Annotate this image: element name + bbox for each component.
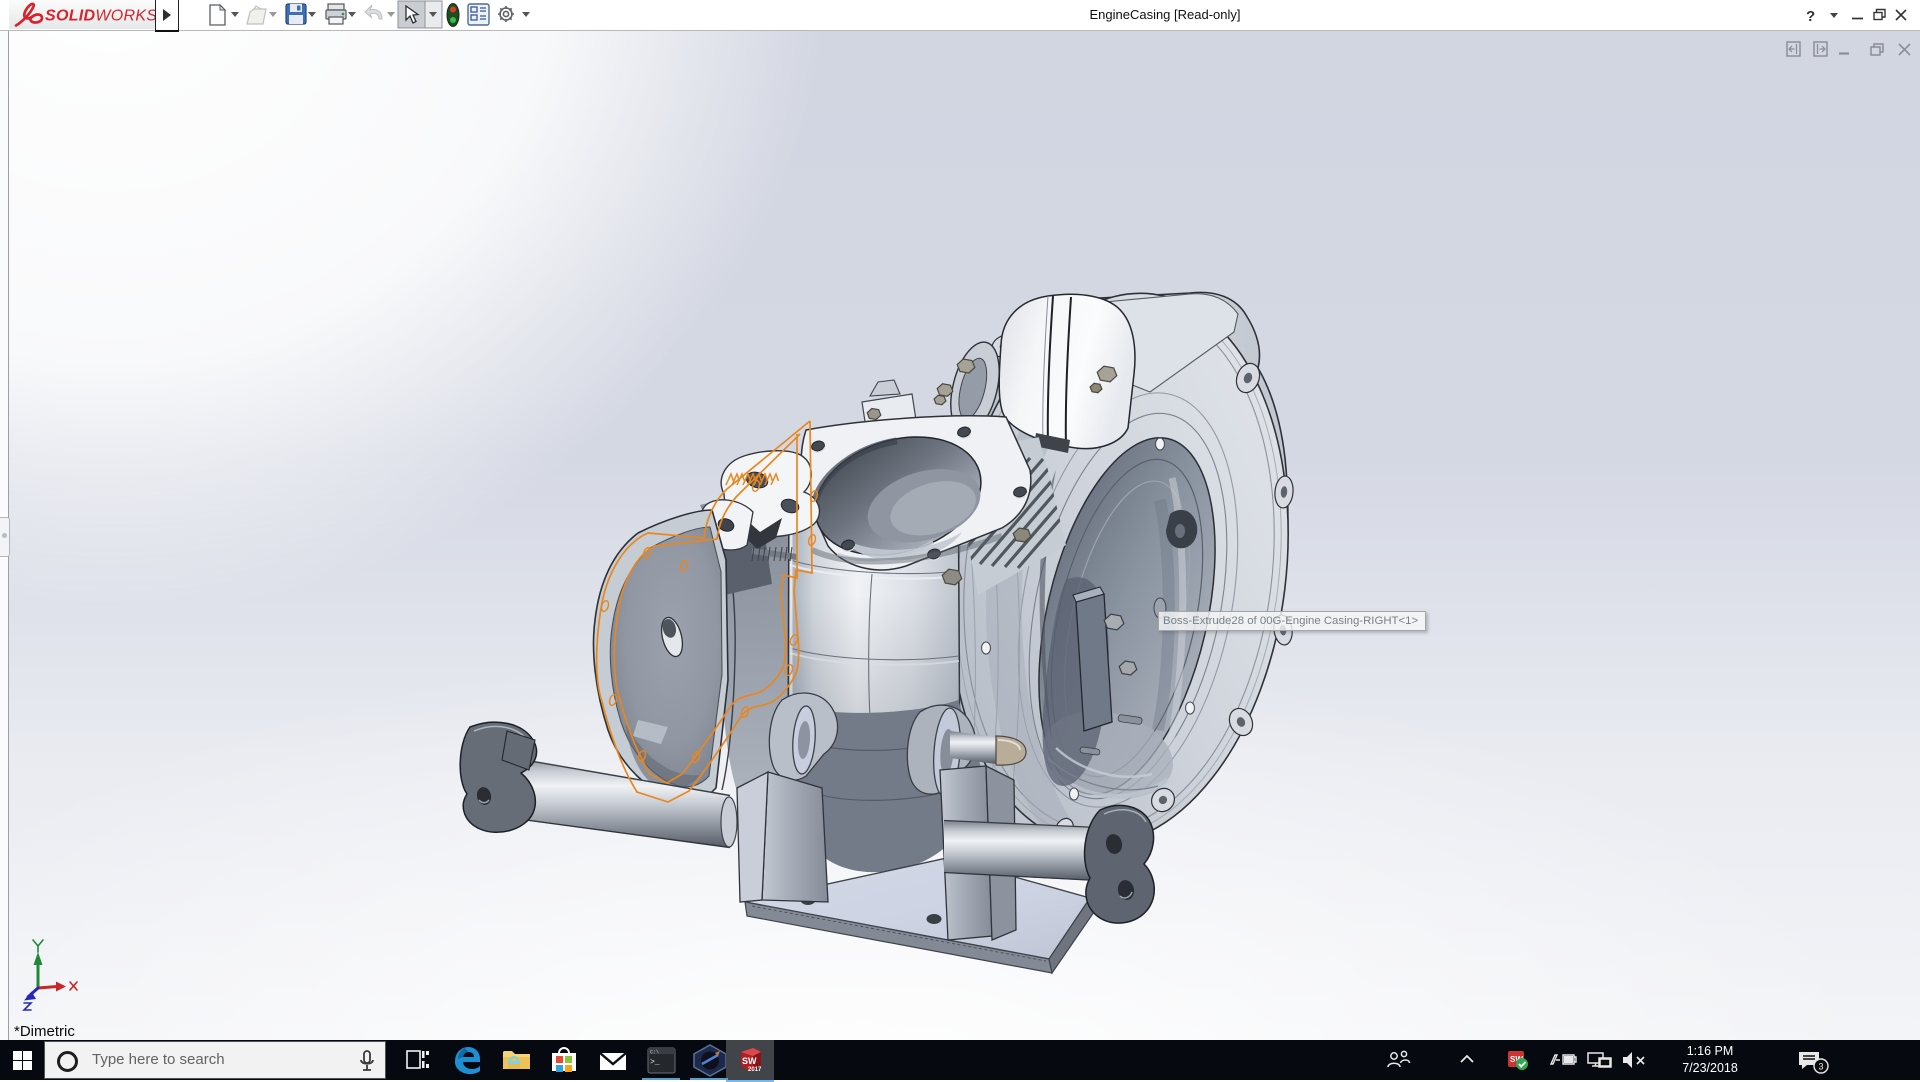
svg-text:SW: SW bbox=[742, 1056, 757, 1066]
svg-text:?: ? bbox=[1806, 8, 1815, 25]
svg-text:SOLIDWORKS: SOLIDWORKS bbox=[45, 8, 155, 25]
svg-text:2017: 2017 bbox=[748, 1067, 762, 1073]
svg-text:3: 3 bbox=[1819, 1062, 1824, 1072]
svg-text:C:\: C:\ bbox=[650, 1050, 659, 1056]
svg-text:>_: >_ bbox=[650, 1058, 660, 1067]
